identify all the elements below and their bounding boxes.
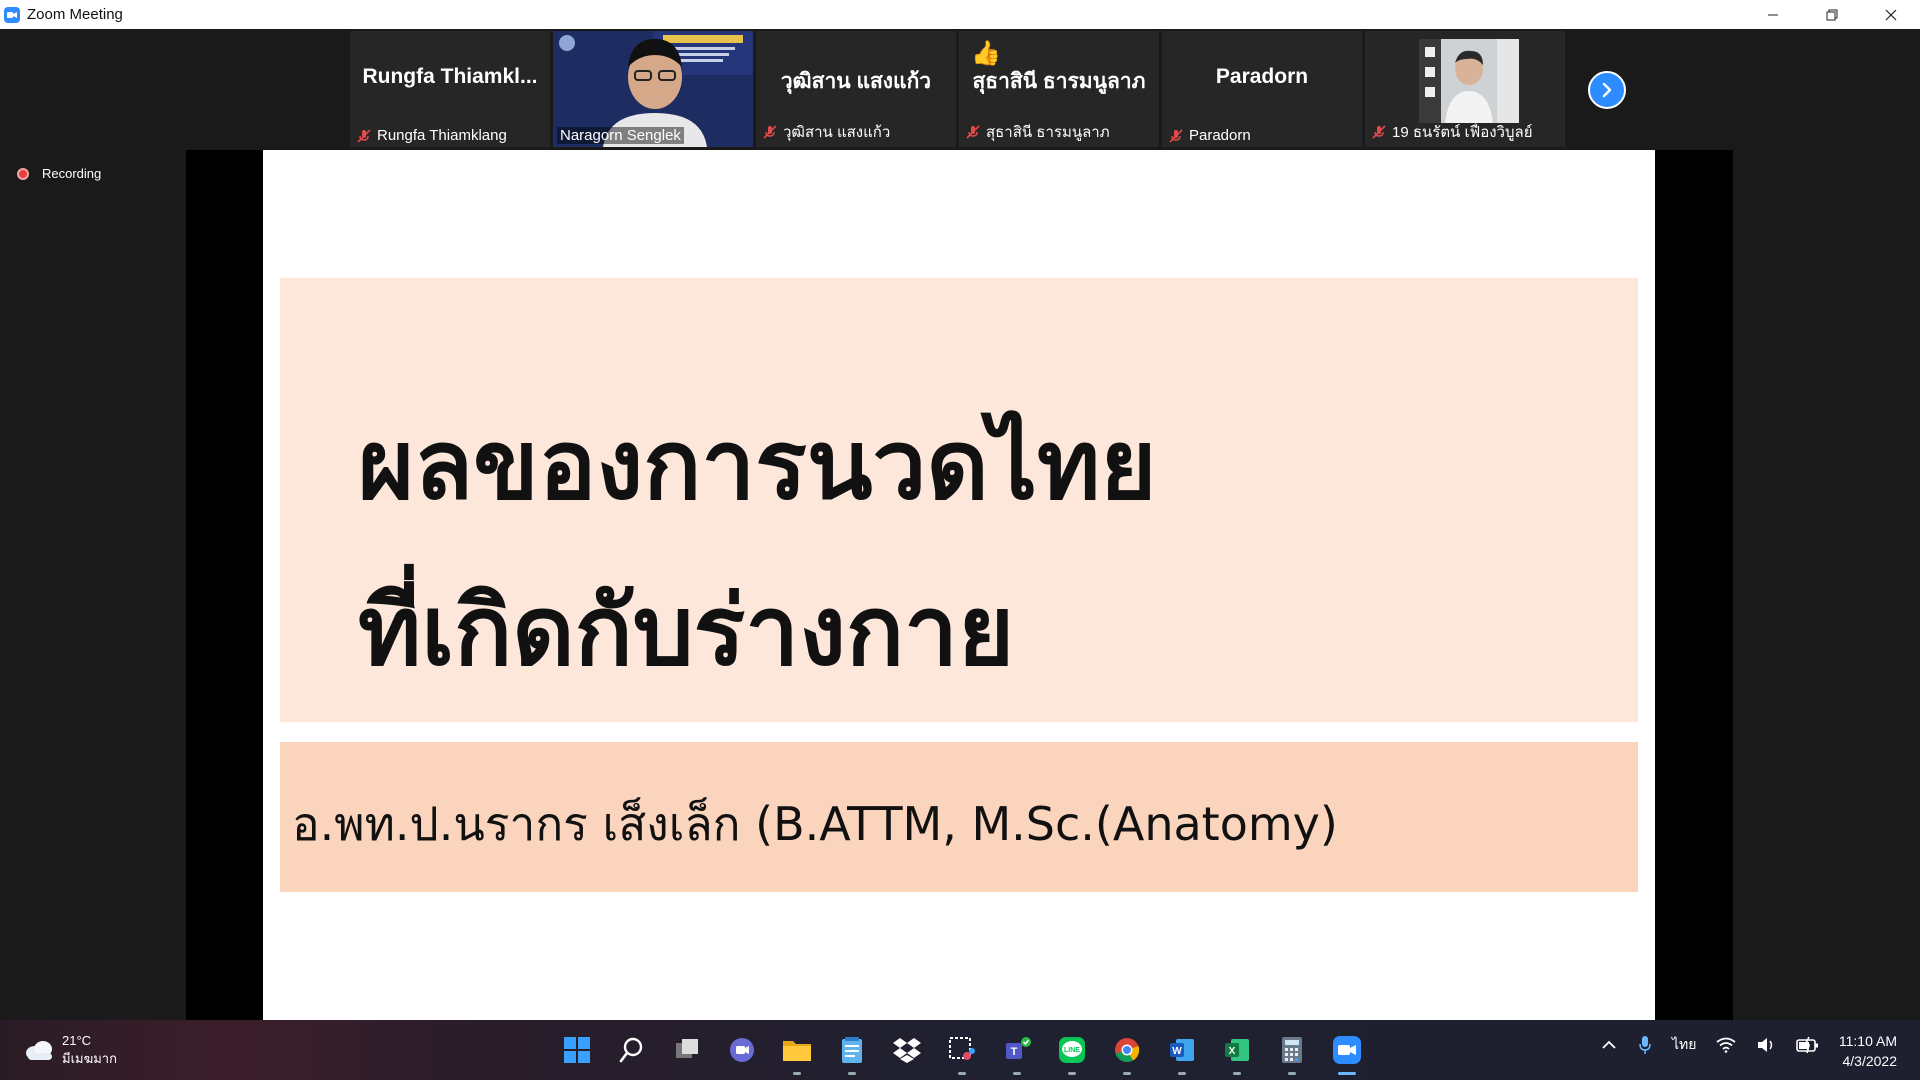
weather-widget[interactable]: 21°C มีเมฆมาก — [24, 1032, 117, 1068]
snipping-tool-icon — [949, 1037, 975, 1060]
task-view-icon — [676, 1039, 698, 1058]
snipping-tool-button[interactable] — [942, 1030, 982, 1075]
window-title: Zoom Meeting — [27, 6, 123, 23]
participant-video — [1419, 39, 1519, 123]
weather-temp: 21°C — [62, 1033, 92, 1048]
chevron-right-icon — [1602, 82, 1612, 98]
search-button[interactable] — [612, 1030, 652, 1070]
participant-display-name: Rungfa Thiamkl... — [362, 65, 538, 88]
participant-label: สุธาสินี ธารมนูลาภ — [986, 124, 1110, 141]
recording-icon — [17, 167, 29, 180]
recording-indicator[interactable]: Recording — [17, 166, 101, 181]
chat-button[interactable] — [722, 1030, 762, 1070]
task-view-button[interactable] — [667, 1030, 707, 1070]
next-participants-button[interactable] — [1588, 71, 1626, 109]
word-button[interactable]: W — [1162, 1030, 1202, 1075]
presentation-slide: ผลของการนวดไทย ที่เกิดกับร่างกาย อ.พท.ป.… — [263, 150, 1655, 1020]
participant-tile-active-speaker[interactable]: Naragorn Senglek — [553, 31, 753, 147]
clock-date: 4/3/2022 — [1842, 1053, 1898, 1069]
participant-tile[interactable]: Rungfa Thiamkl... Rungfa Thiamklang — [350, 31, 550, 147]
cloud-icon — [26, 1041, 52, 1060]
participant-label: วุฒิสาน แสงแก้ว — [783, 124, 891, 141]
svg-text:T: T — [1011, 1046, 1018, 1058]
clock[interactable]: 11:10 AM 4/3/2022 — [1839, 1031, 1897, 1071]
line-button[interactable]: LINE — [1052, 1030, 1092, 1075]
slide-subtitle-box: อ.พท.ป.นรากร เส็งเล็ก (B.ATTM, M.Sc.(Ana… — [280, 742, 1638, 892]
mic-muted-icon — [966, 125, 980, 139]
slide-title: ผลของการนวดไทย ที่เกิดกับร่างกาย — [358, 382, 1157, 714]
participant-display-name: สุธาสินี ธารมนูลาภ — [972, 70, 1146, 93]
svg-text:W: W — [1172, 1046, 1182, 1057]
excel-button[interactable]: X — [1217, 1030, 1257, 1075]
calculator-button[interactable] — [1272, 1030, 1312, 1075]
clock-time: 11:10 AM — [1838, 1033, 1897, 1049]
chat-icon — [730, 1038, 754, 1062]
excel-icon: X — [1225, 1039, 1249, 1061]
folder-icon — [783, 1041, 811, 1061]
calculator-icon — [1282, 1037, 1302, 1063]
restore-button[interactable] — [1802, 0, 1861, 29]
windows-taskbar: 21°C มีเมฆมาก T LINE W X ไทย 11:10 AM 4/… — [0, 1020, 1920, 1080]
svg-text:X: X — [1229, 1046, 1236, 1057]
participant-label: Paradorn — [1189, 127, 1251, 144]
thumbs-up-reaction-icon: 👍 — [971, 40, 1001, 67]
zoom-app-icon — [4, 6, 20, 23]
system-tray: ไทย — [1600, 1034, 1840, 1056]
participant-label: 19 ธนรัตน์ เฟื่องวิบูลย์ — [1392, 124, 1533, 141]
zoom-taskbar-button[interactable] — [1327, 1030, 1367, 1075]
chrome-icon — [1115, 1038, 1140, 1063]
teams-icon: T — [1006, 1037, 1031, 1059]
participant-tile[interactable]: 19 ธนรัตน์ เฟื่องวิบูลย์ — [1365, 31, 1565, 147]
word-icon: W — [1170, 1039, 1194, 1061]
slide-subtitle: อ.พท.ป.นรากร เส็งเล็ก (B.ATTM, M.Sc.(Ana… — [292, 797, 1338, 851]
windows-logo-icon — [564, 1037, 590, 1063]
notepad-icon — [842, 1037, 862, 1063]
zoom-icon — [1333, 1036, 1361, 1064]
slide-title-box: ผลของการนวดไทย ที่เกิดกับร่างกาย — [280, 278, 1638, 722]
start-button[interactable] — [557, 1030, 597, 1070]
participant-tile[interactable]: วุฒิสาน แสงแก้ว วุฒิสาน แสงแก้ว — [756, 31, 956, 147]
speaker-icon[interactable] — [1756, 1036, 1776, 1054]
participant-label: Naragorn Senglek — [557, 127, 684, 144]
notepad-button[interactable] — [832, 1030, 872, 1075]
participant-label: Rungfa Thiamklang — [377, 127, 507, 144]
weather-condition: มีเมฆมาก — [62, 1051, 117, 1066]
mic-muted-icon — [1372, 125, 1386, 139]
wifi-icon[interactable] — [1716, 1037, 1737, 1053]
close-button[interactable] — [1861, 0, 1920, 29]
dropbox-icon — [893, 1038, 921, 1063]
input-language[interactable]: ไทย — [1672, 1034, 1696, 1056]
microphone-icon[interactable] — [1638, 1035, 1652, 1055]
participant-tile[interactable]: 👍 สุธาสินี ธารมนูลาภ สุธาสินี ธารมนูลาภ — [959, 31, 1159, 147]
participant-strip: Rungfa Thiamkl... Rungfa Thiamklang Nara… — [0, 29, 1920, 149]
search-icon — [619, 1037, 643, 1063]
recording-label: Recording — [42, 166, 102, 181]
chevron-up-icon[interactable] — [1600, 1039, 1618, 1051]
teams-button[interactable]: T — [997, 1030, 1037, 1075]
participant-display-name: วุฒิสาน แสงแก้ว — [780, 70, 932, 93]
slide-title-line1: ผลของการนวดไทย — [358, 409, 1157, 521]
window-titlebar: Zoom Meeting — [0, 0, 1920, 29]
participant-tile[interactable]: Paradorn Paradorn — [1162, 31, 1362, 147]
file-explorer-button[interactable] — [777, 1030, 817, 1075]
participant-display-name: Paradorn — [1215, 65, 1309, 88]
minimize-button[interactable] — [1743, 0, 1802, 29]
mic-muted-icon — [357, 128, 371, 143]
svg-text:LINE: LINE — [1064, 1047, 1080, 1054]
mic-muted-icon — [1169, 128, 1183, 143]
line-app-icon: LINE — [1059, 1037, 1085, 1063]
battery-charging-icon[interactable] — [1796, 1036, 1820, 1054]
slide-title-line2: ที่เกิดกับร่างกาย — [358, 575, 1015, 687]
chrome-button[interactable] — [1107, 1030, 1147, 1075]
dropbox-button[interactable] — [887, 1030, 927, 1070]
shared-screen: ผลของการนวดไทย ที่เกิดกับร่างกาย อ.พท.ป.… — [186, 150, 1733, 1020]
mic-muted-icon — [763, 125, 777, 139]
